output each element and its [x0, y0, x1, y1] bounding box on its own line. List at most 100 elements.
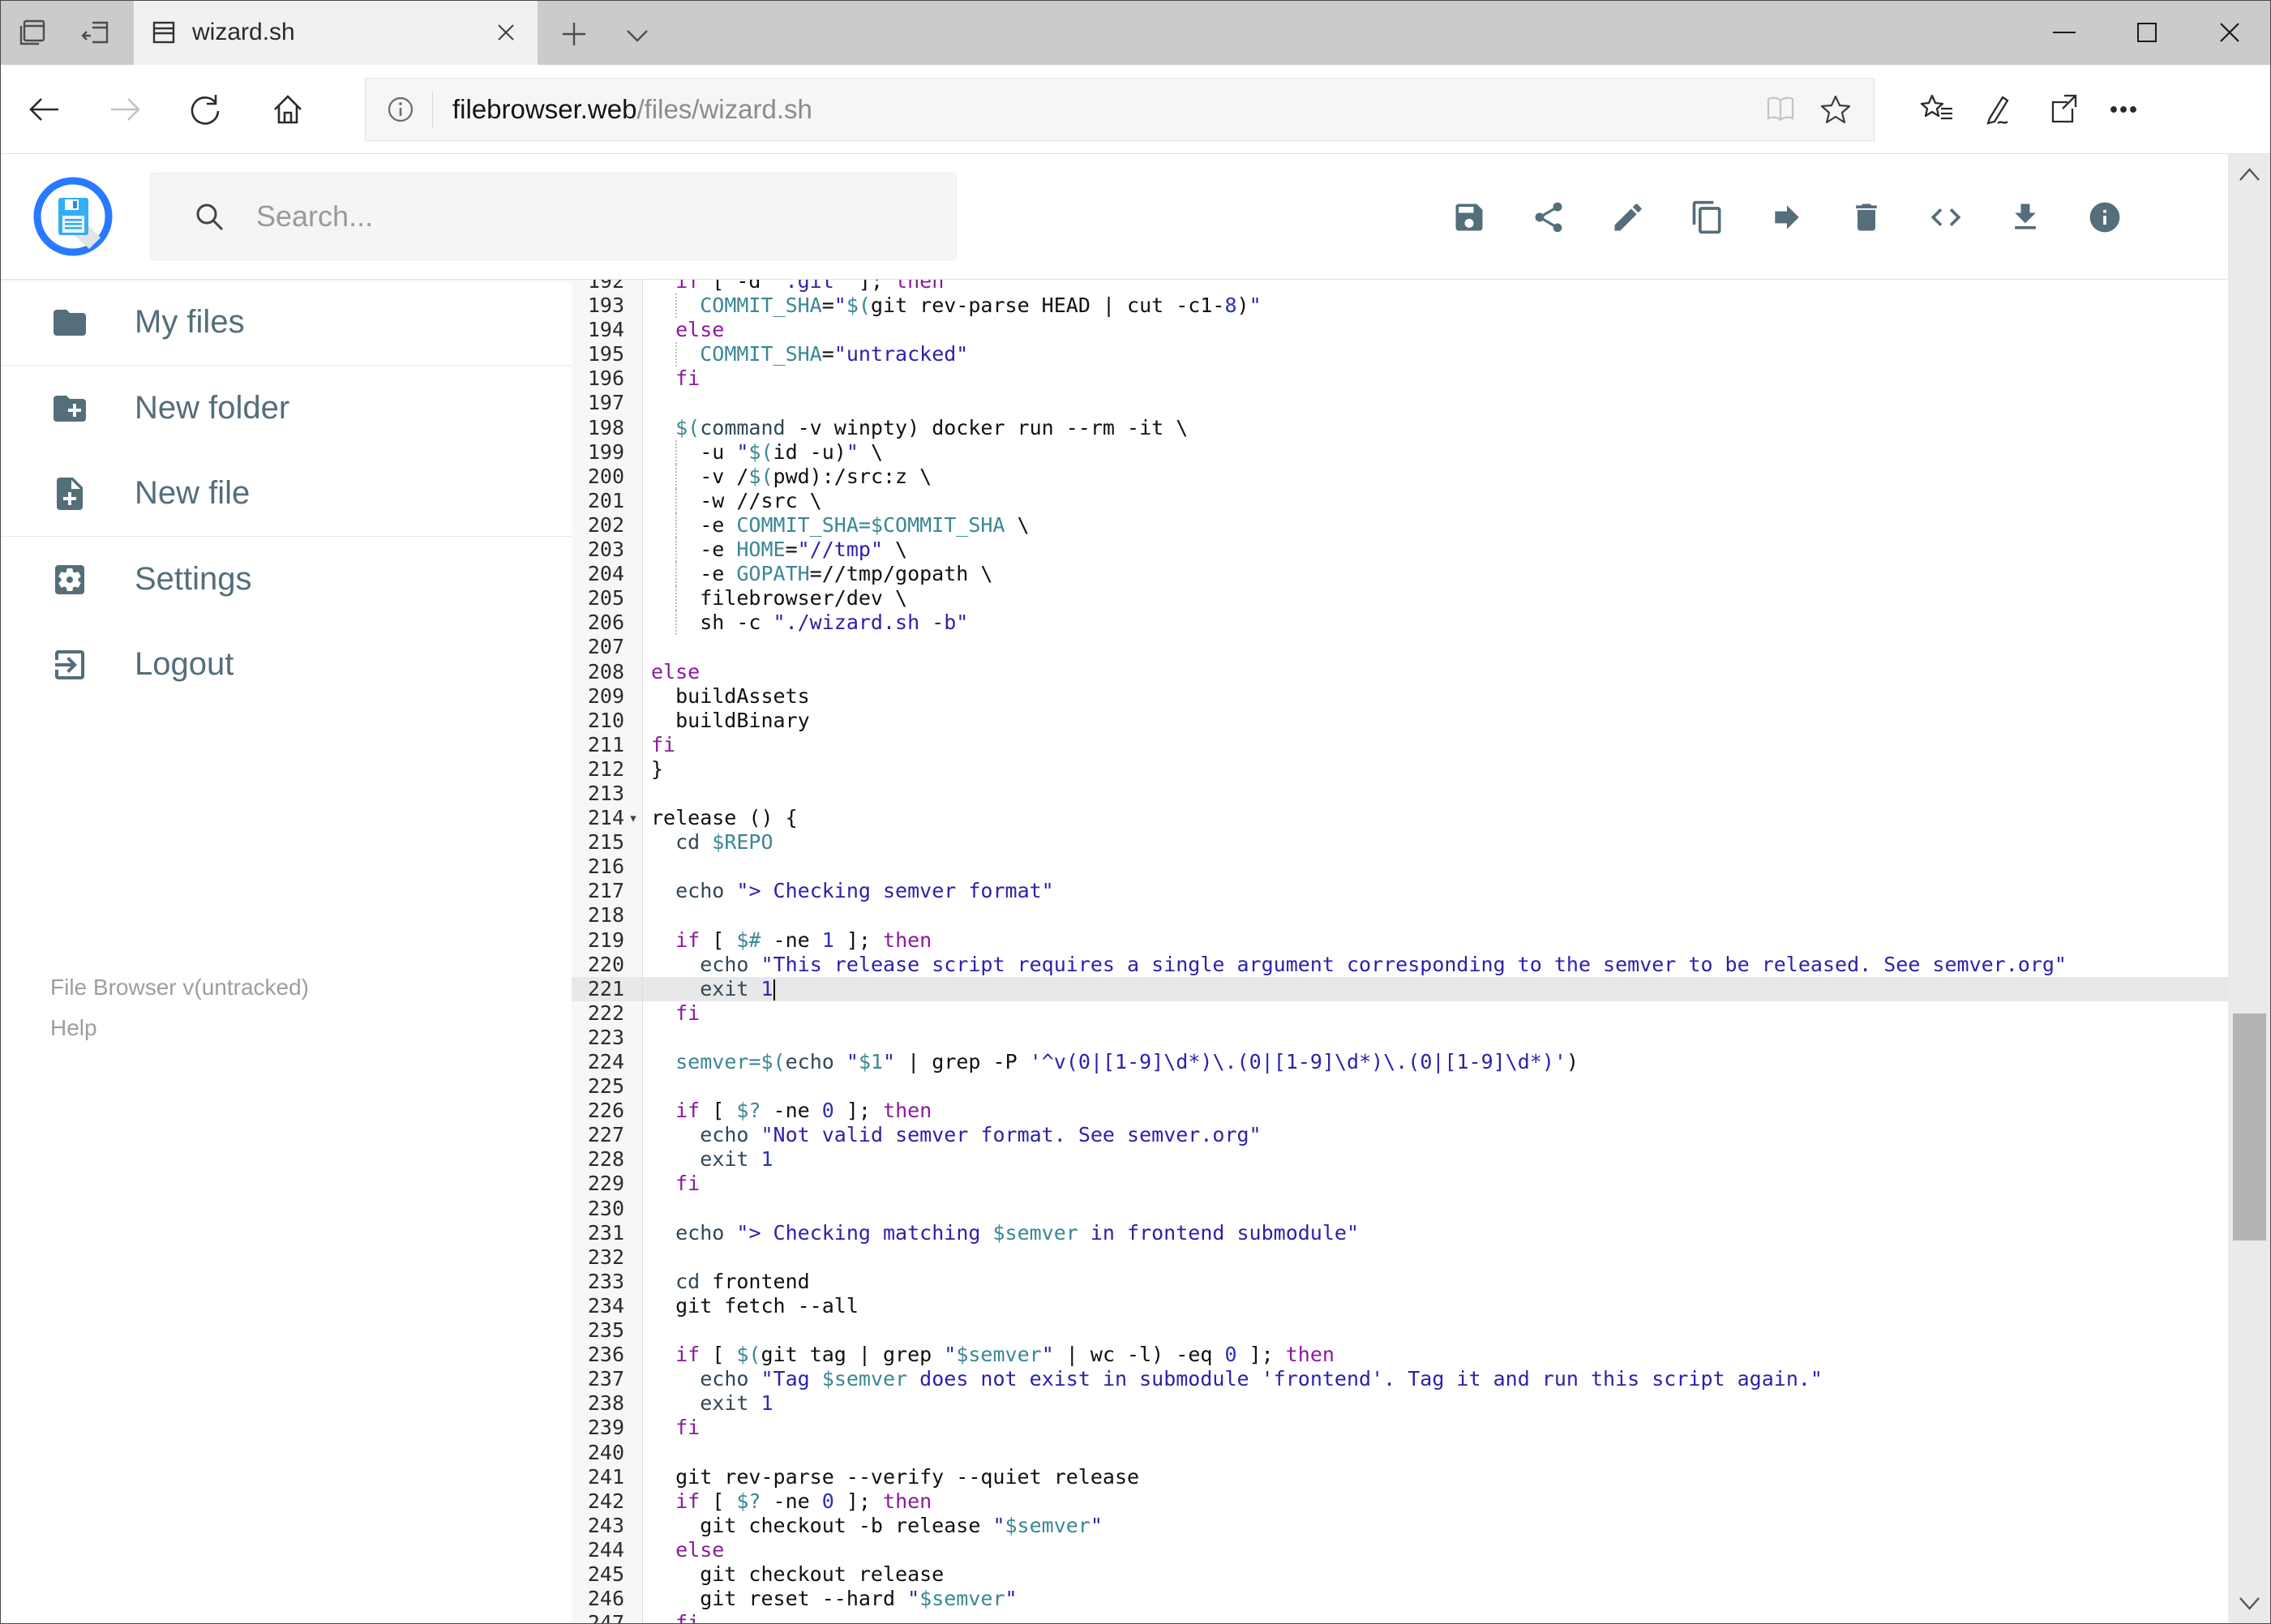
code-line[interactable]: 229 fi [572, 1172, 2228, 1197]
code-line[interactable]: 214 ▾ release () { [572, 806, 2228, 831]
code-line[interactable]: 227 echo "Not valid semver format. See s… [572, 1123, 2228, 1148]
hub-favorites-icon[interactable] [1918, 91, 1956, 128]
code-line[interactable]: 202 -e COMMIT_SHA=$COMMIT_SHA \ [572, 512, 2228, 538]
close-button[interactable] [2188, 0, 2271, 65]
scroll-up-icon[interactable] [2237, 164, 2262, 185]
code-line[interactable]: 247 fi [572, 1611, 2228, 1624]
code-line[interactable]: 220 echo "This release script requires a… [572, 952, 2228, 977]
edit-button[interactable] [1610, 199, 1646, 235]
tabs-preview-icon[interactable] [15, 15, 50, 50]
code-line[interactable]: 197 [572, 391, 2228, 416]
save-button[interactable] [1451, 199, 1487, 235]
tab-preview-chevron-icon[interactable] [621, 21, 653, 49]
code-line[interactable]: 242 if [ $? -ne 0 ]; then [572, 1489, 2228, 1514]
sidebar-item-new-folder[interactable]: New folder [0, 366, 572, 451]
share-icon[interactable] [2043, 91, 2080, 128]
code-line[interactable]: 212} [572, 756, 2228, 782]
url-field[interactable]: filebrowser.web/files/wizard.sh [365, 78, 1875, 141]
sidebar-item-logout[interactable]: Logout [0, 622, 572, 707]
code-line[interactable]: 230 [572, 1196, 2228, 1221]
code-line[interactable]: 239 fi [572, 1416, 2228, 1441]
code-line[interactable]: 211 fi [572, 732, 2228, 757]
move-button[interactable] [1769, 199, 1805, 235]
sidebar-item-new-file[interactable]: New file [0, 451, 572, 536]
code-line[interactable]: 196 fi [572, 366, 2228, 392]
code-editor[interactable]: 192 if [ -d ".git" ]; then 193 COMMIT_SHA… [572, 280, 2228, 1624]
code-line[interactable]: 246 git reset --hard "$semver" [572, 1587, 2228, 1612]
code-line[interactable]: 200 -v /$(pwd):/src:z \ [572, 464, 2228, 489]
code-line[interactable]: 241 git rev-parse --verify --quiet relea… [572, 1464, 2228, 1489]
search-input[interactable] [256, 199, 905, 234]
code-line[interactable]: 228 exit 1 [572, 1147, 2228, 1172]
code-line[interactable]: 195 COMMIT_SHA="untracked" [572, 342, 2228, 367]
code-line[interactable]: 232 [572, 1245, 2228, 1270]
code-line[interactable]: 203 -e HOME="//tmp" \ [572, 538, 2228, 563]
more-ellipsis-icon[interactable] [2105, 91, 2142, 128]
code-line[interactable]: 219 if [ $# -ne 1 ]; then [572, 928, 2228, 953]
refresh-icon[interactable] [187, 92, 223, 127]
set-tabs-aside-icon[interactable] [78, 15, 114, 50]
code-line[interactable]: 207 [572, 635, 2228, 660]
code-line[interactable]: 238 exit 1 [572, 1391, 2228, 1416]
code-line[interactable]: 237 echo "Tag $semver does not exist in … [572, 1367, 2228, 1392]
back-icon[interactable] [26, 92, 62, 127]
maximize-button[interactable] [2106, 0, 2188, 65]
filebrowser-logo[interactable] [32, 176, 114, 257]
code-line[interactable]: 240 [572, 1440, 2228, 1465]
minimize-button[interactable] [2023, 0, 2106, 65]
code-line[interactable]: 236 if [ $(git tag | grep "$semver" | wc… [572, 1343, 2228, 1368]
code-line[interactable]: 193 COMMIT_SHA="$(git rev-parse HEAD | c… [572, 294, 2228, 319]
reading-view-icon[interactable] [1763, 92, 1798, 126]
home-icon[interactable] [270, 92, 306, 127]
delete-button[interactable] [1849, 199, 1884, 235]
code-line[interactable]: 221 exit 1 [572, 976, 2228, 1001]
code-line[interactable]: 234 git fetch --all [572, 1293, 2228, 1319]
code-line[interactable]: 226 if [ $? -ne 0 ]; then [572, 1099, 2228, 1124]
code-line[interactable]: 216 [572, 855, 2228, 880]
code-line[interactable]: 192 if [ -d ".git" ]; then [572, 280, 2228, 294]
code-line[interactable]: 208 else [572, 659, 2228, 684]
code-line[interactable]: 231 echo "> Checking matching $semver in… [572, 1220, 2228, 1245]
url-text[interactable]: filebrowser.web/files/wizard.sh [452, 94, 812, 125]
code-line[interactable]: 210 buildBinary [572, 708, 2228, 733]
tab-close-icon[interactable] [492, 19, 520, 46]
annotate-pen-icon[interactable] [1978, 91, 2016, 128]
info-button[interactable] [2087, 199, 2123, 235]
code-line[interactable]: 245 git checkout release [572, 1562, 2228, 1588]
scroll-down-icon[interactable] [2237, 1593, 2262, 1614]
share-button[interactable] [1531, 199, 1566, 235]
code-line[interactable]: 233 cd frontend [572, 1269, 2228, 1294]
code-line[interactable]: 223 [572, 1025, 2228, 1050]
code-line[interactable]: 243 git checkout -b release "$semver" [572, 1513, 2228, 1538]
help-link[interactable]: Help [50, 1015, 572, 1041]
scrollbar-thumb[interactable] [2233, 1013, 2266, 1240]
code-line[interactable]: 224 semver=$(echo "$1" | grep -P '^v(0|[… [572, 1050, 2228, 1075]
favorite-star-icon[interactable] [1819, 92, 1853, 126]
browser-tab-wizard-sh[interactable]: wizard.sh [134, 0, 538, 65]
code-line[interactable]: 235 [572, 1318, 2228, 1343]
code-line[interactable]: 201 -w //src \ [572, 488, 2228, 513]
code-line[interactable]: 222 fi [572, 1001, 2228, 1026]
code-line[interactable]: 218 [572, 903, 2228, 928]
search-box[interactable] [150, 173, 957, 260]
code-line[interactable]: 194 else [572, 318, 2228, 343]
sidebar-item-settings[interactable]: Settings [0, 537, 572, 622]
new-tab-button[interactable] [558, 18, 590, 50]
code-line[interactable]: 217 echo "> Checking semver format" [572, 879, 2228, 904]
code-line[interactable]: 204 -e GOPATH=//tmp/gopath \ [572, 562, 2228, 587]
site-info-icon[interactable] [383, 92, 418, 126]
copy-button[interactable] [1690, 199, 1725, 235]
code-line[interactable]: 199 -u "$(id -u)" \ [572, 439, 2228, 465]
forward-icon[interactable] [108, 92, 144, 127]
raw-editor-button[interactable] [1928, 199, 1964, 235]
code-line[interactable]: 198 $(command -v winpty) docker run --rm… [572, 415, 2228, 440]
code-line[interactable]: 205 filebrowser/dev \ [572, 586, 2228, 611]
code-line[interactable]: 213 [572, 781, 2228, 807]
code-line[interactable]: 215 cd $REPO [572, 830, 2228, 855]
code-line[interactable]: 209 buildAssets [572, 683, 2228, 709]
code-line[interactable]: 206 sh -c "./wizard.sh -b" [572, 611, 2228, 636]
code-line[interactable]: 225 [572, 1074, 2228, 1099]
sidebar-item-my-files[interactable]: My files [0, 280, 572, 365]
download-button[interactable] [2007, 199, 2043, 235]
code-line[interactable]: 244 else [572, 1537, 2228, 1562]
